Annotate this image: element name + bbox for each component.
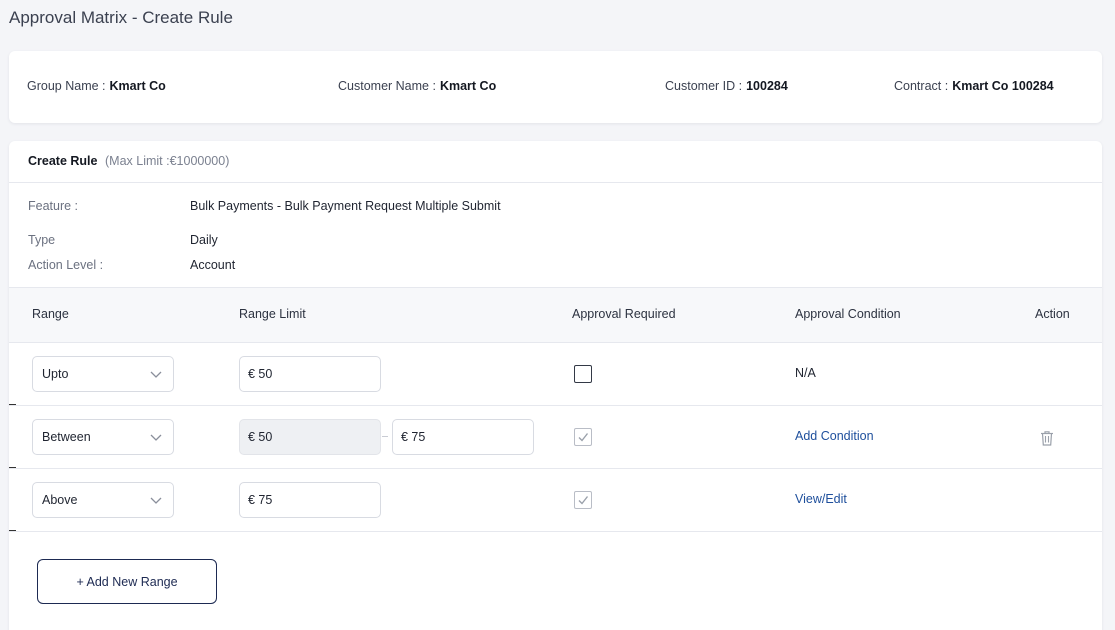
action-level-value: Account <box>190 258 236 272</box>
page-title: Approval Matrix - Create Rule <box>9 8 233 27</box>
table-row: Above € 75 View/Edit <box>9 469 1102 532</box>
contract-value: Kmart Co 100284 <box>952 79 1054 93</box>
add-condition-link[interactable]: Add Condition <box>795 429 874 443</box>
row-divider-mark <box>9 404 16 405</box>
add-new-range-button[interactable]: + Add New Range <box>37 559 217 604</box>
trash-icon[interactable] <box>1040 430 1054 446</box>
type-value: Daily <box>190 233 218 247</box>
approval-required-checkbox[interactable] <box>574 428 592 446</box>
range-select[interactable]: Upto <box>32 356 174 392</box>
header-range: Range <box>32 307 69 321</box>
feature-label: Feature : <box>28 199 79 213</box>
max-limit: (Max Limit :€1000000) <box>105 154 230 168</box>
approval-condition-text: N/A <box>795 366 816 380</box>
header-approval-condition: Approval Condition <box>795 307 901 321</box>
range-table-header: Range Range Limit Approval Required Appr… <box>9 287 1102 343</box>
chevron-down-icon <box>150 497 162 504</box>
action-level-label: Action Level : <box>28 258 104 272</box>
range-select[interactable]: Above <box>32 482 174 518</box>
table-row: Upto € 50 N/A <box>9 343 1102 406</box>
range-limit-from-input: € 50 <box>239 419 381 455</box>
range-select-value: Between <box>42 430 91 444</box>
checkmark-icon <box>578 496 589 505</box>
contract-label: Contract : <box>894 79 949 93</box>
contract: Contract : Kmart Co 100284 <box>894 79 1054 93</box>
approval-required-checkbox[interactable] <box>574 365 592 383</box>
group-name-label: Group Name : <box>27 79 106 93</box>
header-action: Action <box>1035 307 1070 321</box>
header-range-limit: Range Limit <box>239 307 306 321</box>
range-limit-input[interactable]: € 75 <box>239 482 381 518</box>
create-rule-card: Create Rule (Max Limit :€1000000) Featur… <box>9 141 1102 630</box>
range-limit-input[interactable]: € 50 <box>239 356 381 392</box>
view-edit-link[interactable]: View/Edit <box>795 492 847 506</box>
range-limit-from-value: € 50 <box>248 430 273 444</box>
range-limit-to-input[interactable]: € 75 <box>392 419 534 455</box>
table-row: Between € 50 € 75 Add Condition <box>9 406 1102 469</box>
row-divider-mark <box>9 530 16 531</box>
chevron-down-icon <box>150 371 162 378</box>
customer-id: Customer ID :100284 <box>665 79 788 93</box>
type-label: Type <box>28 233 56 247</box>
group-name-value: Kmart Co <box>109 79 166 93</box>
chevron-down-icon <box>150 434 162 441</box>
group-name: Group Name : Kmart Co <box>27 79 166 93</box>
rule-header: Create Rule (Max Limit :€1000000) <box>9 141 1102 183</box>
range-limit-to-value: € 75 <box>401 430 426 444</box>
row-divider-mark <box>9 467 16 468</box>
customer-info-card: Group Name : Kmart Co Customer Name : Kmar… <box>9 51 1102 123</box>
range-select-value: Above <box>42 493 78 507</box>
range-limit-value: € 75 <box>248 493 273 507</box>
range-separator <box>382 436 388 437</box>
range-limit-value: € 50 <box>248 367 273 381</box>
customer-id-value: 100284 <box>746 79 788 93</box>
range-select[interactable]: Between <box>32 419 174 455</box>
approval-required-checkbox[interactable] <box>574 491 592 509</box>
feature-value: Bulk Payments - Bulk Payment Request Mul… <box>190 199 501 213</box>
customer-name: Customer Name : Kmart Co <box>338 79 496 93</box>
checkmark-icon <box>578 433 589 442</box>
customer-id-label: Customer ID : <box>665 79 743 93</box>
customer-name-label: Customer Name : <box>338 79 436 93</box>
header-approval-required: Approval Required <box>572 307 676 321</box>
range-select-value: Upto <box>42 367 69 381</box>
customer-name-value: Kmart Co <box>439 79 497 93</box>
rule-title: Create Rule <box>28 154 98 168</box>
